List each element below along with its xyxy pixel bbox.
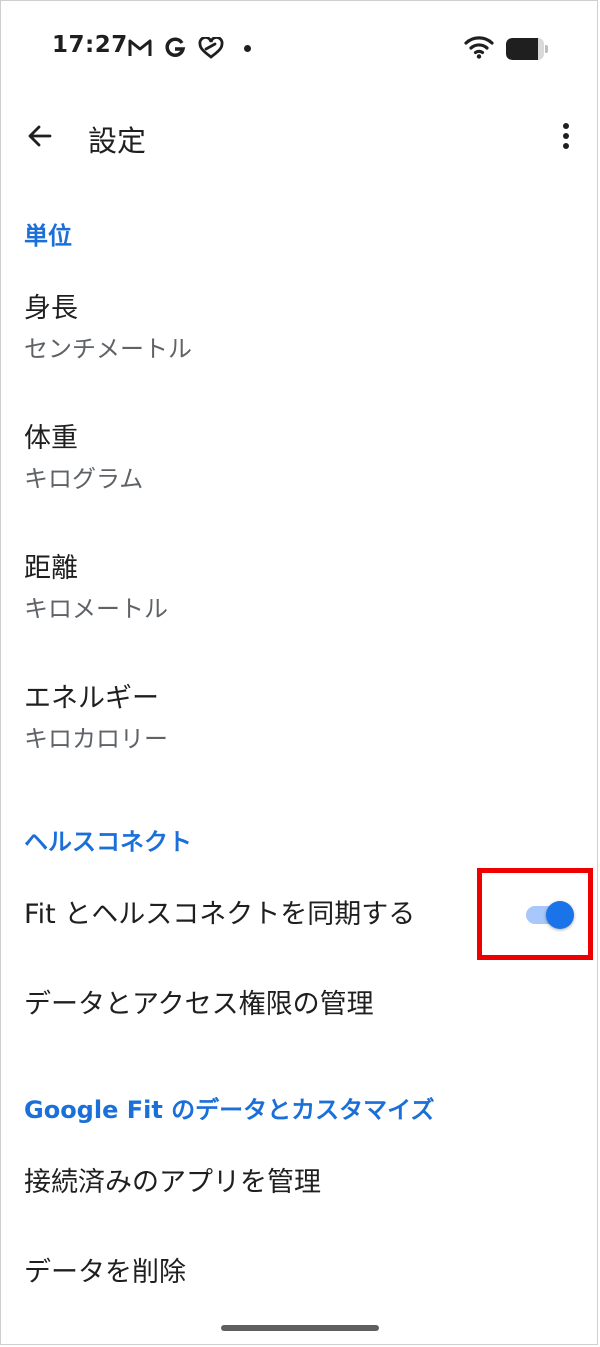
section-header-health-connect: ヘルスコネクト xyxy=(24,828,192,856)
setting-weight-title: 体重 xyxy=(24,423,78,454)
wifi-icon xyxy=(464,35,494,63)
setting-energy-title: エネルギー xyxy=(24,683,159,714)
heart-link-icon xyxy=(198,37,224,59)
setting-height-title: 身長 xyxy=(24,293,78,324)
status-time: 17:27 xyxy=(52,32,128,58)
section-header-google-fit: Google Fit のデータとカスタマイズ xyxy=(24,1096,435,1124)
setting-manage-data-permissions[interactable]: データとアクセス権限の管理 xyxy=(0,986,600,1024)
setting-height[interactable]: 身長 センチメートル xyxy=(0,290,600,368)
screen-frame xyxy=(0,0,598,1345)
setting-distance-value: キロメートル xyxy=(24,595,168,623)
setting-height-value: センチメートル xyxy=(24,335,192,363)
back-button[interactable] xyxy=(20,116,60,156)
app-bar: 設定 xyxy=(0,108,600,166)
sync-toggle-switch[interactable] xyxy=(526,901,574,929)
setting-delete-data[interactable]: データを削除 xyxy=(0,1254,600,1292)
setting-distance-title: 距離 xyxy=(24,553,78,584)
setting-sync-health-connect[interactable]: Fit とヘルスコネクトを同期する xyxy=(0,896,470,934)
page-title: 設定 xyxy=(88,124,147,158)
arrow-back-icon xyxy=(28,125,52,147)
notification-icons xyxy=(128,34,251,62)
setting-energy[interactable]: エネルギー キロカロリー xyxy=(0,680,600,758)
notification-dot-icon xyxy=(244,44,251,52)
gmail-icon xyxy=(128,38,152,58)
setting-connected-apps-title: 接続済みのアプリを管理 xyxy=(24,1167,321,1198)
setting-delete-data-title: データを削除 xyxy=(24,1257,186,1288)
setting-connected-apps[interactable]: 接続済みのアプリを管理 xyxy=(0,1164,600,1202)
more-vert-icon xyxy=(563,123,569,149)
status-right xyxy=(464,36,548,62)
toggle-thumb xyxy=(546,901,574,929)
google-icon xyxy=(164,37,186,59)
section-header-units: 単位 xyxy=(24,222,72,250)
status-bar: 17:27 xyxy=(0,24,600,70)
setting-distance[interactable]: 距離 キロメートル xyxy=(0,550,600,628)
battery-icon xyxy=(506,38,548,60)
setting-manage-data-title: データとアクセス権限の管理 xyxy=(24,989,374,1020)
setting-weight[interactable]: 体重 キログラム xyxy=(0,420,600,498)
setting-sync-title: Fit とヘルスコネクトを同期する xyxy=(24,899,416,930)
home-indicator[interactable] xyxy=(221,1325,379,1331)
more-options-button[interactable] xyxy=(548,116,584,156)
setting-energy-value: キロカロリー xyxy=(24,725,168,753)
setting-weight-value: キログラム xyxy=(24,465,144,493)
